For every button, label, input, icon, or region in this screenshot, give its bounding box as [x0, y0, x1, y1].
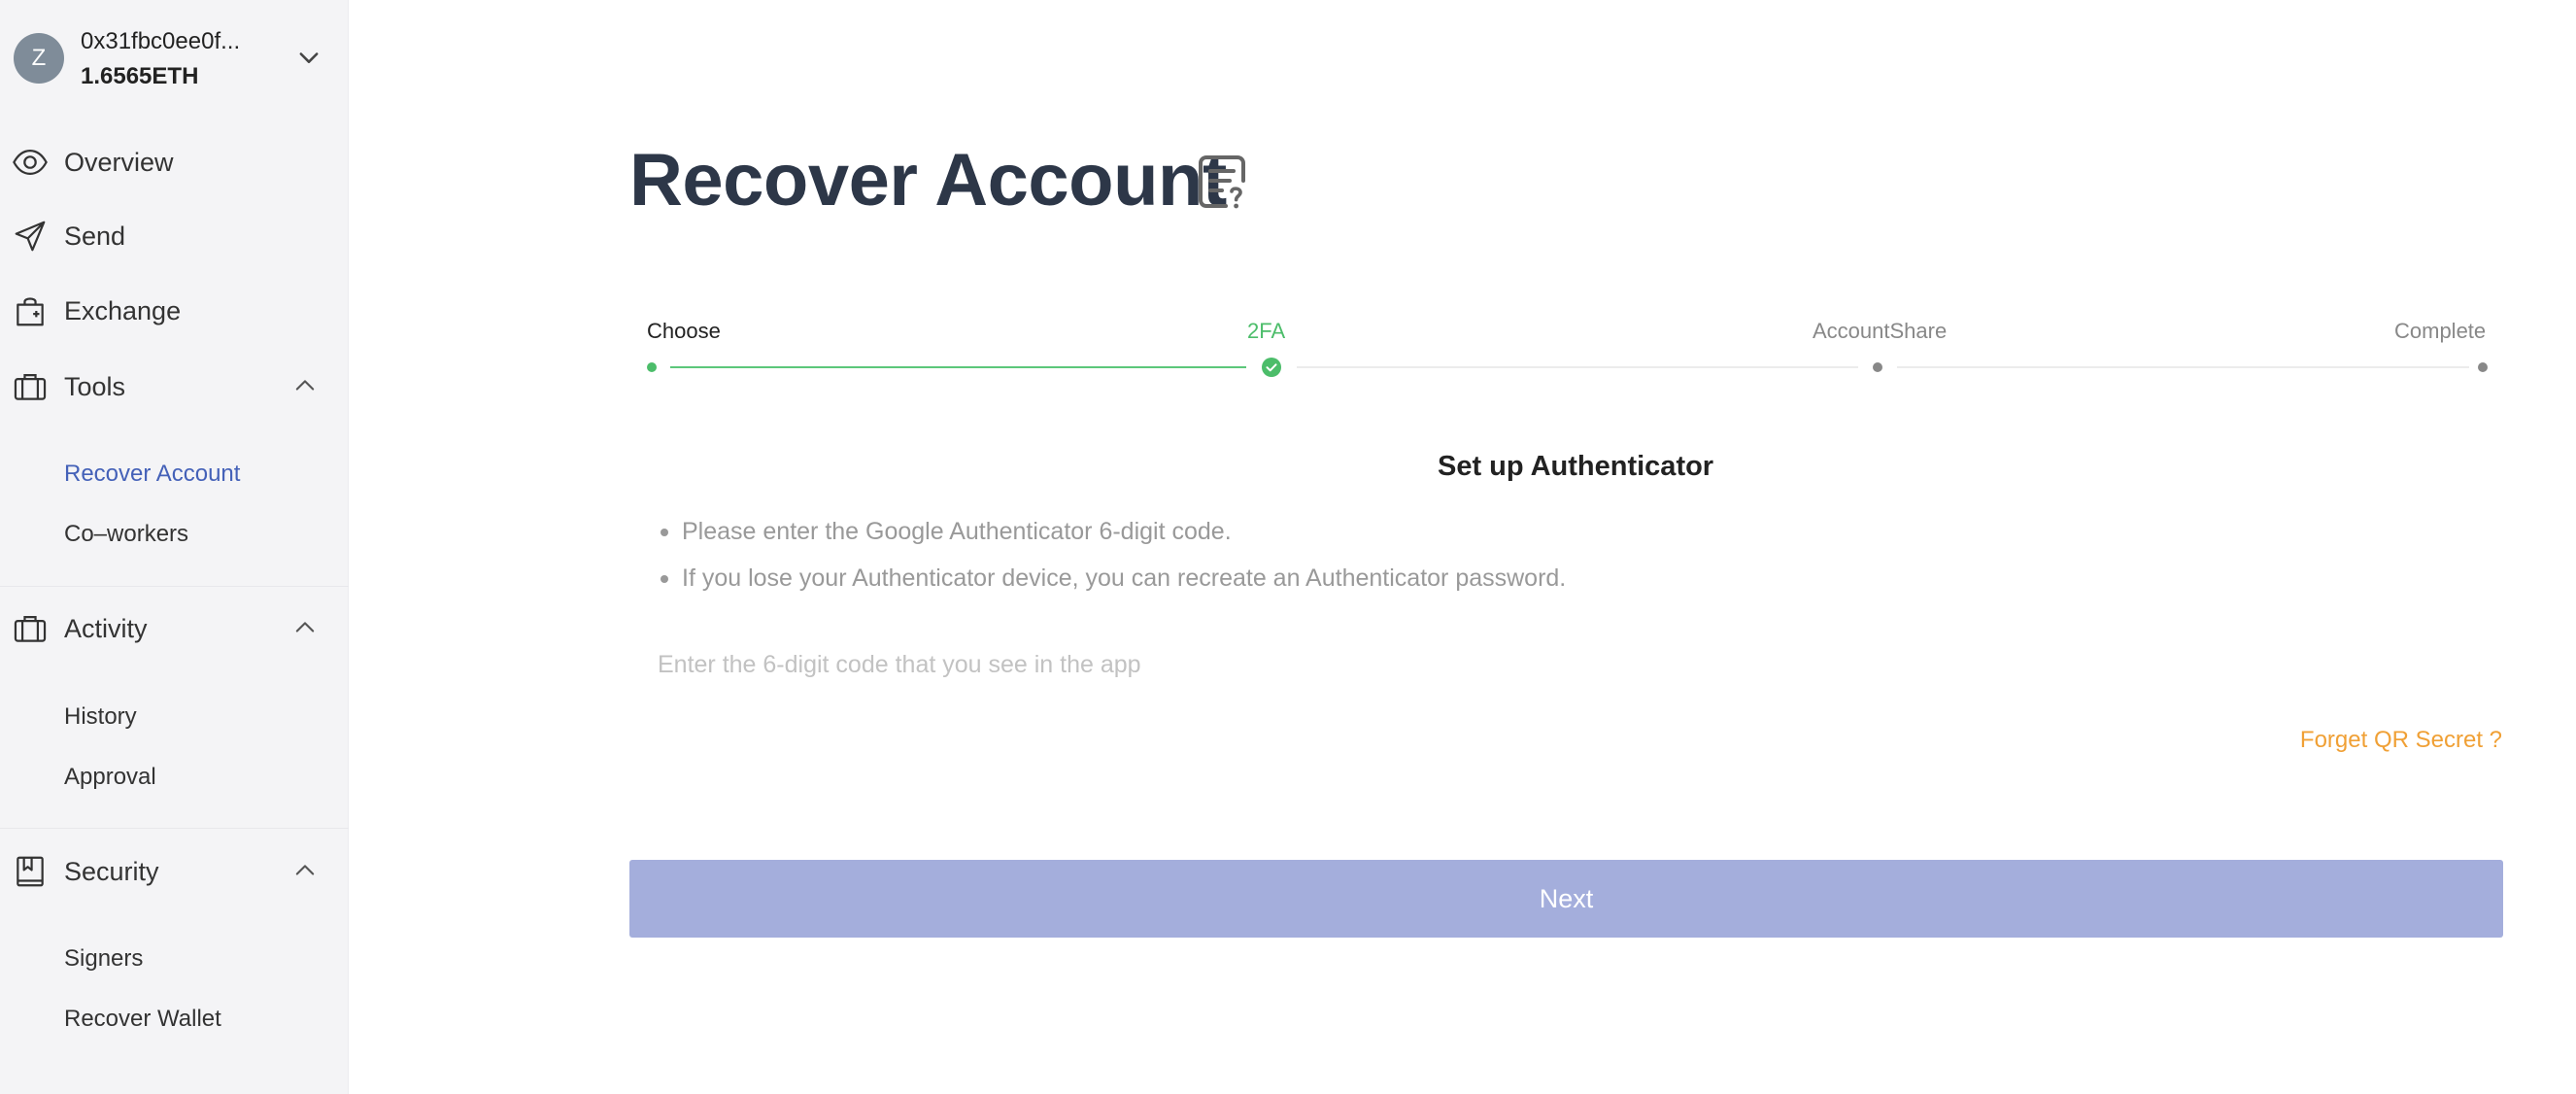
book-icon	[17, 856, 44, 887]
toolbox-icon	[14, 374, 47, 400]
sidebar-item-overview[interactable]: Overview	[0, 132, 349, 190]
page-title: Recover Account	[629, 139, 1227, 222]
sidebar-group-label: Security	[64, 857, 159, 886]
step-dot-accountshare	[1873, 362, 1882, 372]
avatar: Z	[14, 33, 64, 84]
document-question-icon[interactable]	[1197, 154, 1251, 212]
chevron-down-icon[interactable]	[295, 44, 322, 71]
sidebar-group-label: Activity	[64, 614, 148, 643]
list-item: If you lose your Authenticator device, y…	[661, 562, 1566, 608]
instructions-list: Please enter the Google Authenticator 6-…	[661, 515, 1566, 608]
sidebar-item-recover-wallet[interactable]: Recover Wallet	[64, 1006, 221, 1033]
send-icon	[15, 221, 46, 252]
next-button[interactable]: Next	[629, 860, 2503, 938]
sidebar-item-approval[interactable]: Approval	[64, 764, 156, 791]
sidebar-item-label: Overview	[64, 148, 174, 177]
eye-icon	[13, 150, 48, 175]
chevron-up-icon[interactable]	[291, 857, 319, 884]
sidebar-divider	[0, 586, 349, 587]
sidebar-group-tools[interactable]: Tools	[0, 357, 349, 415]
step-dot-choose	[647, 362, 657, 372]
sidebar-item-history[interactable]: History	[64, 703, 137, 731]
sidebar-group-label: Tools	[64, 372, 126, 401]
check-circle-icon	[1262, 358, 1281, 377]
sidebar-item-label: Send	[64, 222, 126, 251]
account-balance: 1.6565ETH	[81, 63, 199, 89]
shopping-bag-icon	[17, 297, 44, 326]
step-label-choose: Choose	[647, 319, 721, 343]
sidebar-item-send[interactable]: Send	[0, 206, 349, 264]
code-input[interactable]	[647, 643, 2502, 686]
sidebar-item-label: Exchange	[64, 296, 182, 325]
step-label-2fa: 2FA	[1247, 319, 1286, 343]
section-title: Set up Authenticator	[1438, 451, 1714, 482]
sidebar-item-exchange[interactable]: Exchange	[0, 281, 349, 339]
sidebar-item-recover-account[interactable]: Recover Account	[64, 461, 240, 488]
list-item: Please enter the Google Authenticator 6-…	[661, 515, 1566, 562]
sidebar-divider	[0, 828, 349, 829]
step-label-accountshare: AccountShare	[1813, 319, 1948, 343]
forget-qr-secret-link[interactable]: Forget QR Secret ?	[2300, 727, 2502, 754]
chevron-up-icon[interactable]	[291, 372, 319, 399]
sidebar: Z 0x31fbc0ee0f... 1.6565ETH Overview Sen…	[0, 0, 349, 1094]
step-dot-complete	[2478, 362, 2488, 372]
chevron-up-icon[interactable]	[291, 614, 319, 641]
toolbox-icon	[14, 616, 47, 642]
sidebar-group-activity[interactable]: Activity	[0, 598, 349, 657]
step-label-complete: Complete	[2394, 319, 2487, 343]
step-connector	[1897, 366, 2469, 368]
step-connector	[1297, 366, 1858, 368]
sidebar-group-security[interactable]: Security	[0, 841, 349, 900]
sidebar-item-signers[interactable]: Signers	[64, 945, 143, 973]
sidebar-item-co-workers[interactable]: Co–workers	[64, 521, 188, 548]
account-address: 0x31fbc0ee0f...	[81, 28, 241, 54]
account-switcher[interactable]: Z 0x31fbc0ee0f... 1.6565ETH	[12, 28, 332, 90]
step-connector-done	[670, 366, 1246, 368]
